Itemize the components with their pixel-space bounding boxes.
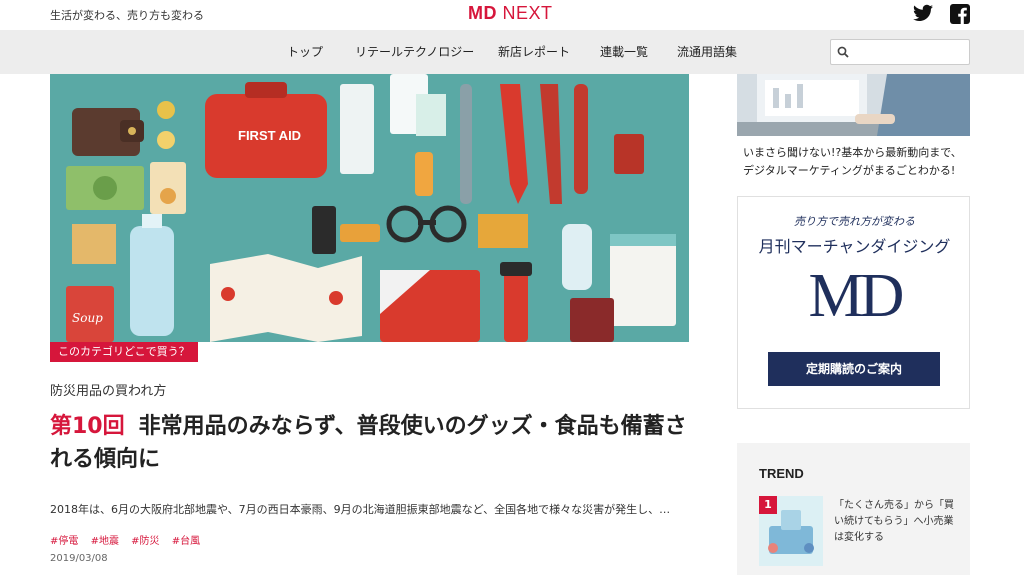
logo-md: MD (468, 3, 497, 23)
article-title[interactable]: 第10回 非常用品のみならず、普段使いのグッズ・食品も備蓄される傾向に (50, 410, 690, 476)
article-tags: #停電 #地震 #防災 #台風 (50, 532, 209, 547)
trend-rank-badge: 1 (759, 496, 777, 514)
search-box[interactable] (830, 39, 970, 65)
main-nav: トップ リテールテクノロジー 新店レポート 連載一覧 流通用語集 (0, 30, 1024, 74)
search-icon (837, 46, 849, 58)
trend-section: TREND 1 「たくさん売る」から「買い続けてもらう」へ小売業は変化する (737, 443, 970, 575)
nav-item-series-list[interactable]: 連載一覧 (600, 43, 648, 60)
tag-link[interactable]: #防災 (131, 536, 159, 547)
facebook-icon[interactable] (950, 4, 970, 24)
article-date: 2019/03/08 (50, 553, 108, 564)
top-bar: 生活が変わる、売り方も変わる MD NEXT (0, 0, 1024, 30)
search-input[interactable] (853, 42, 965, 62)
first-aid-label: FIRST AID (238, 128, 301, 143)
logo-next: NEXT (502, 3, 553, 23)
tag-link[interactable]: #台風 (172, 536, 200, 547)
emergency-supplies-illustration: Soup FIRST AID (50, 74, 689, 342)
ad-text: いまさら聞けない!?基本から最新動向まで、 デジタルマーケティングがまるごとわか… (743, 144, 962, 180)
twitter-icon[interactable] (913, 4, 933, 22)
ad-text-line: デジタルマーケティングがまるごとわかる! (743, 164, 956, 177)
series-title[interactable]: 防災用品の買われ方 (50, 380, 166, 399)
nav-item-retail-technology[interactable]: リテールテクノロジー (355, 43, 474, 60)
article-hero-image[interactable]: Soup FIRST AID (50, 74, 689, 342)
magazine-logo: MD (808, 262, 905, 330)
nav-item-top[interactable]: トップ (287, 43, 323, 60)
sidebar-ad-magazine[interactable]: 売り方で売れ方が変わる 月刊マーチャンダイジング MD 定期購読のご案内 (737, 196, 970, 409)
article-number: 第10回 (50, 414, 125, 439)
soup-label: Soup (72, 311, 103, 325)
article-title-text: 非常用品のみならず、普段使いのグッズ・食品も備蓄される傾向に (50, 414, 687, 472)
sidebar-ad-digital-marketing[interactable]: いまさら聞けない!?基本から最新動向まで、 デジタルマーケティングがまるごとわか… (737, 74, 970, 184)
ad-text-line: いまさら聞けない!?基本から最新動向まで、 (743, 146, 962, 159)
site-tagline: 生活が変わる、売り方も変わる (50, 9, 204, 22)
article-excerpt: 2018年は、6月の大阪府北部地震や、7月の西日本豪雨、9月の北海道胆振東部地震… (50, 503, 671, 516)
nav-item-new-store-report[interactable]: 新店レポート (498, 43, 570, 60)
trend-heading: TREND (759, 466, 804, 481)
magazine-catchphrase: 売り方で売れ方が変わる (794, 215, 915, 228)
tag-link[interactable]: #地震 (91, 536, 119, 547)
tag-link[interactable]: #停電 (50, 536, 78, 547)
ad-photo (737, 74, 970, 136)
trend-article-link[interactable]: 「たくさん売る」から「買い続けてもらう」へ小売業は変化する (834, 498, 962, 546)
magazine-title: 月刊マーチャンダイジング (758, 237, 951, 256)
site-logo[interactable]: MD NEXT (468, 3, 553, 24)
subscription-button[interactable]: 定期購読のご案内 (768, 352, 940, 386)
category-badge[interactable]: このカテゴリどこで買う？ (50, 342, 198, 362)
nav-item-glossary[interactable]: 流通用語集 (677, 43, 737, 60)
